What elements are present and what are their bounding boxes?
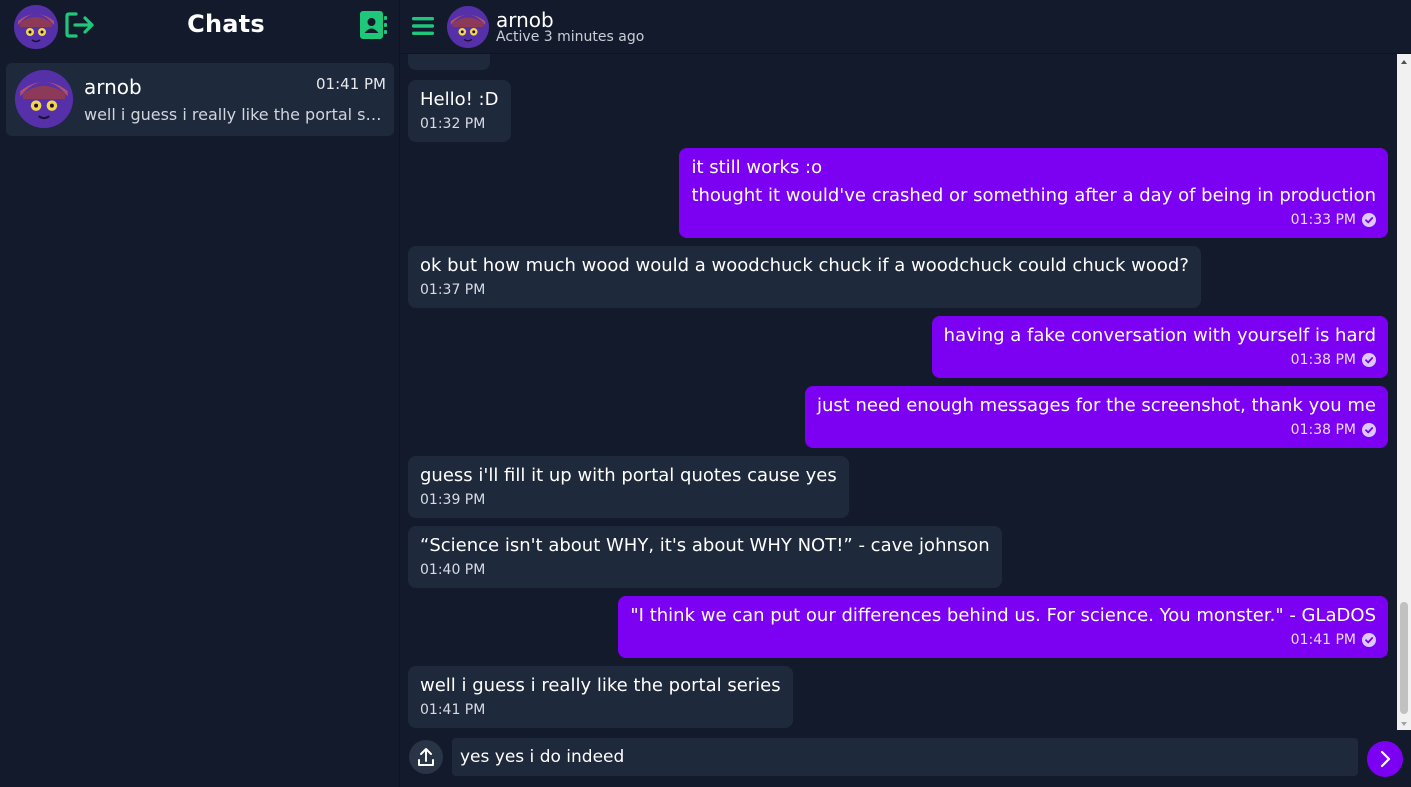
- sidebar-header: Chats: [0, 0, 399, 54]
- message-bubble-outgoing: having a fake conversation with yourself…: [931, 316, 1388, 378]
- message-time: 01:41 PM: [630, 630, 1376, 658]
- menu-icon[interactable]: [412, 15, 434, 37]
- chevron-right-icon: [1380, 750, 1391, 768]
- message-scrollbar[interactable]: [1397, 54, 1411, 730]
- message-text: "I think we can put our differences behi…: [630, 605, 1376, 626]
- message-bubble-incoming: well i guess i really like the portal se…: [408, 666, 793, 728]
- check-icon: [1362, 353, 1376, 367]
- message-bubble-outgoing: just need enough messages for the screen…: [804, 386, 1388, 448]
- sidebar: Chats arnob 01:41 PM well i guess i real…: [0, 0, 400, 787]
- message-time: 01:39 PM: [420, 492, 486, 508]
- message-text: thought it would've crashed or something…: [691, 185, 1376, 206]
- message-text: just need enough messages for the screen…: [816, 395, 1376, 416]
- chat-contact-name: arnob: [84, 75, 142, 99]
- message-bubble-outgoing: it still works :o thought it would've cr…: [679, 148, 1388, 238]
- message-text: guess i'll fill it up with portal quotes…: [420, 465, 837, 486]
- message-time: 01:32 PM: [420, 116, 486, 132]
- message-time: 01:41 PM: [420, 702, 486, 718]
- message-text: Hello! :D: [420, 89, 499, 110]
- message-text: well i guess i really like the portal se…: [420, 675, 781, 696]
- contacts-icon[interactable]: [359, 10, 387, 40]
- check-icon: [1362, 423, 1376, 437]
- chat-list-item[interactable]: arnob 01:41 PM well i guess i really lik…: [6, 63, 394, 136]
- message-time-text: 01:38 PM: [1290, 352, 1356, 368]
- message-text: having a fake conversation with yourself…: [943, 325, 1376, 346]
- conversation-header: arnob Active 3 minutes ago: [401, 0, 1411, 54]
- conversation-panel: arnob Active 3 minutes ago Hello! :D 01:…: [401, 0, 1411, 787]
- message-composer: [401, 730, 1411, 787]
- message-time: 01:40 PM: [420, 562, 486, 578]
- upload-button[interactable]: [409, 740, 443, 774]
- contact-avatar[interactable]: [447, 6, 489, 48]
- message-text: it still works :o: [691, 157, 823, 178]
- check-icon: [1362, 213, 1376, 227]
- message-time: 01:33 PM: [691, 210, 1376, 238]
- message-bubble-incoming: ok but how much wood would a woodchuck c…: [408, 246, 1201, 308]
- chat-last-message-preview: well i guess i really like the portal se…: [84, 105, 388, 124]
- message-time: 01:38 PM: [817, 420, 1376, 448]
- message-text: “Science isn't about WHY, it's about WHY…: [420, 535, 990, 556]
- chat-app: Chats arnob 01:41 PM well i guess i real…: [0, 0, 1411, 787]
- message-text: ok but how much wood would a woodchuck c…: [420, 255, 1189, 276]
- scroll-down-arrow-icon[interactable]: [1397, 716, 1411, 730]
- message-input[interactable]: [452, 738, 1358, 776]
- scroll-up-arrow-icon[interactable]: [1397, 54, 1411, 68]
- message-time: 01:38 PM: [944, 350, 1376, 378]
- message-bubble-incoming: “Science isn't about WHY, it's about WHY…: [408, 526, 1002, 588]
- message-time-text: 01:33 PM: [1290, 212, 1356, 228]
- message-time-text: 01:41 PM: [1290, 632, 1356, 648]
- upload-icon: [418, 748, 434, 766]
- message-time: 01:37 PM: [420, 282, 486, 298]
- scrollbar-thumb[interactable]: [1400, 602, 1408, 714]
- message-list[interactable]: Hello! :D 01:32 PM it still works :o tho…: [401, 54, 1411, 730]
- message-bubble-incoming: guess i'll fill it up with portal quotes…: [408, 456, 849, 518]
- contact-avatar: [15, 70, 73, 128]
- message-bubble-incoming: Hello! :D 01:32 PM: [408, 80, 511, 142]
- message-bubble-partial: [408, 54, 490, 70]
- contact-status: Active 3 minutes ago: [496, 29, 645, 45]
- message-time-text: 01:38 PM: [1290, 422, 1356, 438]
- chat-last-time: 01:41 PM: [316, 75, 386, 93]
- send-button[interactable]: [1367, 741, 1403, 777]
- check-icon: [1362, 633, 1376, 647]
- message-bubble-outgoing: "I think we can put our differences behi…: [618, 596, 1388, 658]
